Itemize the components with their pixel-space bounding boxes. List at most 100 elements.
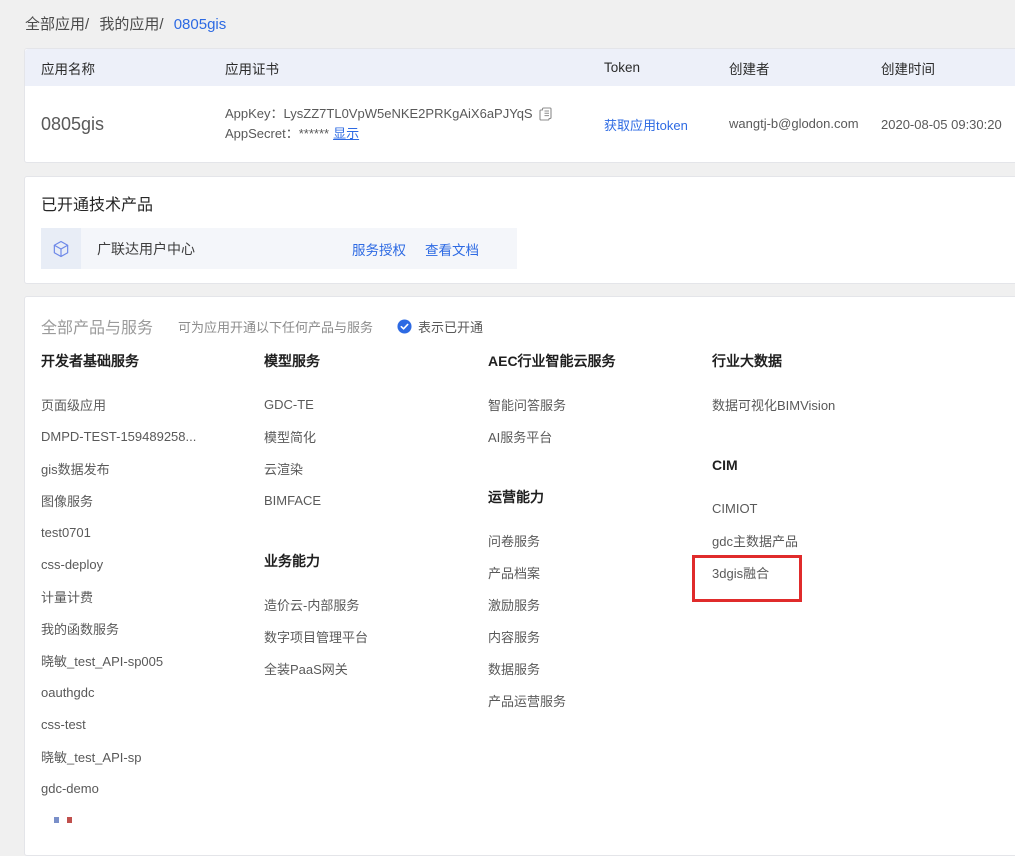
all-products-panel: 全部产品与服务 可为应用开通以下任何产品与服务 表示已开通 开发者基础服务页面级… [24,296,1015,856]
product-item[interactable]: 图像服务 [41,484,264,516]
product-item-label: 产品运营服务 [488,691,566,710]
product-item[interactable]: 智能问答服务 [488,388,712,420]
product-item[interactable]: BIMFACE [264,484,488,516]
product-item-label: 数据服务 [488,659,540,678]
product-item[interactable]: css-deploy [41,548,264,580]
product-item-label: css-deploy [41,557,103,572]
product-group: 行业大数据数据可视化BIMVision [712,351,1015,420]
product-item-label: BIMFACE [264,493,321,508]
product-item[interactable]: 页面级应用 [41,388,264,420]
product-group-header: 模型服务 [264,351,488,371]
col-header-token: Token [604,60,729,75]
product-item-label: 页面级应用 [41,395,106,414]
product-item[interactable]: AI服务平台 [488,420,712,452]
product-group: 模型服务 GDC-TE 模型简化云渲染 BIMFACE [264,351,488,516]
breadcrumb: 全部应用/ 我的应用/ 0805gis [0,0,1015,35]
product-item[interactable]: test0701 [41,516,264,548]
created-time: 2020-08-05 09:30:20 [881,117,1002,132]
product-item[interactable]: gis数据发布 [41,452,264,484]
opened-legend-label: 表示已开通 [418,317,483,336]
product-item-label: AI服务平台 [488,427,552,446]
product-item-label: gdc-demo [41,781,99,796]
view-docs-link[interactable]: 查看文档 [425,239,479,259]
opened-products-panel: 已开通技术产品 广联达用户中心 服务授权 查看文档 [24,176,1015,284]
cube-icon [41,228,81,269]
product-group-header: 行业大数据 [712,351,1015,371]
product-column: AEC行业智能云服务智能问答服务AI服务平台运营能力问卷服务产品档案激励服务内容… [488,351,712,823]
breadcrumb-all-apps[interactable]: 全部应用 [25,16,85,33]
product-column: 模型服务 GDC-TE 模型简化云渲染 BIMFACE 业务能力造价云-内部服务数字项目… [264,351,488,823]
product-item[interactable]: DMPD-TEST-159489258... [41,420,264,452]
product-item-label: 计量计费 [41,587,93,606]
product-item-label: CIMIOT [712,501,758,516]
product-group: 开发者基础服务页面级应用 DMPD-TEST-159489258...gis数据发… [41,351,264,804]
product-item[interactable]: GDC-TE [264,388,488,420]
product-item[interactable]: css-test [41,708,264,740]
product-item-label: 数字项目管理平台 [264,627,368,646]
all-products-title: 全部产品与服务 [41,314,153,338]
product-grid: 开发者基础服务页面级应用 DMPD-TEST-159489258...gis数据发… [41,351,1015,823]
product-item-label: 云渲染 [264,459,303,478]
product-item[interactable]: gdc-demo [41,772,264,804]
product-item[interactable]: 产品档案 [488,556,712,588]
product-item-label: 图像服务 [41,491,93,510]
product-item[interactable]: 晓敏_test_API-sp005 [41,644,264,676]
product-item-label: 模型简化 [264,427,316,446]
col-header-app-name: 应用名称 [41,58,225,78]
appkey-value: LysZZ7TL0VpW5eNKE2PRKgAiX6aPJYqS [284,104,533,124]
opened-product-row: 广联达用户中心 服务授权 查看文档 [41,228,517,269]
product-item[interactable]: 激励服务 [488,588,712,620]
product-item[interactable]: gdc主数据产品 [712,524,1015,556]
opened-products-title: 已开通技术产品 [41,191,1015,215]
product-item[interactable]: oauthgdc [41,676,264,708]
product-group: 业务能力造价云-内部服务数字项目管理平台全装PaaS网关 [264,551,488,684]
get-app-token-link[interactable]: 获取应用token [604,118,688,133]
product-item[interactable]: 计量计费 [41,580,264,612]
product-item[interactable]: 我的函数服务 [41,612,264,644]
product-item-label: 全装PaaS网关 [264,659,348,678]
product-item[interactable]: 产品运营服务 [488,684,712,716]
app-table-row: 0805gis AppKey：LysZZ7TL0VpW5eNKE2PRKgAiX… [25,86,1015,162]
opened-product-name: 广联达用户中心 [97,239,195,259]
product-group: CIM CIMIOT gdc主数据产品3dgis融合 [712,455,1015,588]
product-item-label: 激励服务 [488,595,540,614]
product-item-label: test0701 [41,525,91,540]
product-item[interactable]: 数据可视化BIMVision [712,388,1015,420]
product-item-label: 我的函数服务 [41,619,119,638]
all-products-subtitle: 可为应用开通以下任何产品与服务 [178,317,373,336]
product-item[interactable]: CIMIOT [712,492,1015,524]
product-column: 开发者基础服务页面级应用 DMPD-TEST-159489258...gis数据发… [41,351,264,823]
appkey-label: AppKey： [225,104,284,124]
appsecret-masked: ****** [299,124,329,144]
product-item[interactable]: 问卷服务 [488,524,712,556]
product-item[interactable]: 模型简化 [264,420,488,452]
breadcrumb-my-apps[interactable]: 我的应用 [99,16,159,33]
product-item-label: css-test [41,717,86,732]
product-item[interactable]: 全装PaaS网关 [264,652,488,684]
show-appsecret-link[interactable]: 显示 [333,124,359,144]
product-item-label: 造价云-内部服务 [264,595,359,614]
product-item-label: 智能问答服务 [488,395,566,414]
product-item[interactable]: 3dgis融合 [712,556,1015,588]
app-info-panel: 应用名称 应用证书 Token 创建者 创建时间 0805gis AppKey：… [24,48,1015,163]
product-column: 行业大数据数据可视化BIMVision CIM CIMIOT gdc主数据产品3dgi… [712,351,1015,823]
col-header-created-time: 创建时间 [881,58,1015,78]
product-item-label: GDC-TE [264,397,314,412]
clipped-row [41,817,264,823]
breadcrumb-current-app[interactable]: 0805gis [174,16,227,33]
product-item[interactable]: 晓敏_test_API-sp [41,740,264,772]
product-item-label: 问卷服务 [488,531,540,550]
product-item[interactable]: 云渲染 [264,452,488,484]
product-group: AEC行业智能云服务智能问答服务 AI服务平台 [488,351,712,452]
product-item[interactable]: 内容服务 [488,620,712,652]
copy-icon[interactable] [539,107,553,121]
product-group-header: AEC行业智能云服务 [488,351,712,371]
product-item-label: 晓敏_test_API-sp [41,747,141,766]
service-auth-link[interactable]: 服务授权 [352,239,406,259]
product-group-header: CIM [712,455,1015,475]
product-group-header: 开发者基础服务 [41,351,264,371]
product-item[interactable]: 造价云-内部服务 [264,588,488,620]
product-item-label: 数据可视化BIMVision [712,395,835,414]
product-item[interactable]: 数字项目管理平台 [264,620,488,652]
product-item[interactable]: 数据服务 [488,652,712,684]
